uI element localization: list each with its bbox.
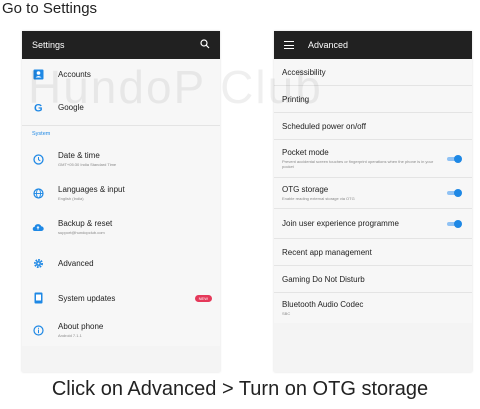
advanced-title: Advanced (308, 40, 349, 50)
gear-icon (32, 257, 44, 269)
settings-toolbar: Settings (22, 31, 220, 59)
settings-screen: Settings Accounts G Google System Date &… (22, 31, 220, 372)
pocket-mode-toggle[interactable] (446, 154, 462, 163)
globe-icon (32, 187, 44, 199)
user-experience-toggle[interactable] (446, 219, 462, 228)
advanced-item-printing[interactable]: Printing (274, 86, 472, 113)
advanced-item-gaming-dnd[interactable]: Gaming Do Not Disturb (274, 266, 472, 293)
advanced-item-user-experience[interactable]: Join user experience programme (274, 209, 472, 239)
settings-item-accounts[interactable]: Accounts (22, 59, 220, 89)
advanced-item-bluetooth-codec[interactable]: Bluetooth Audio Codec SBC (274, 293, 472, 323)
section-header-system: System (32, 131, 51, 137)
advanced-item-scheduled-power[interactable]: Scheduled power on/off (274, 113, 472, 140)
otg-storage-toggle[interactable] (446, 189, 462, 197)
account-icon (32, 68, 44, 80)
settings-item-date-time[interactable]: Date & time GMT+05:30 India Standard Tim… (22, 142, 220, 176)
settings-item-about-phone[interactable]: About phone Android 7.1.1 (22, 314, 220, 346)
page-heading: Go to Settings (2, 0, 98, 17)
advanced-item-otg-storage[interactable]: OTG storage Enable reading external stor… (274, 178, 472, 209)
menu-icon[interactable] (284, 41, 294, 50)
settings-item-languages[interactable]: Languages & input English (India) (22, 176, 220, 210)
phone-update-icon (32, 292, 44, 304)
settings-title: Settings (32, 40, 65, 50)
new-badge: NEW (194, 294, 212, 302)
advanced-toolbar: Advanced (274, 31, 472, 59)
search-icon[interactable] (200, 39, 210, 51)
settings-item-backup-reset[interactable]: Backup & reset support@hundopclub.com (22, 210, 220, 244)
cloud-upload-icon (32, 221, 44, 233)
google-icon: G (32, 101, 44, 113)
settings-item-google[interactable]: G Google (22, 89, 220, 125)
advanced-item-recent-apps[interactable]: Recent app management (274, 239, 472, 266)
clock-icon (32, 153, 44, 165)
info-icon (32, 324, 44, 336)
svg-text:G: G (34, 102, 43, 113)
advanced-screen: Advanced Accessibility Printing Schedule… (274, 31, 472, 372)
caption: Click on Advanced > Turn on OTG storage (51, 378, 429, 400)
settings-item-advanced[interactable]: Advanced (22, 244, 220, 282)
settings-item-system-updates[interactable]: System updates NEW (22, 282, 220, 314)
advanced-item-pocket-mode[interactable]: Pocket mode Prevent accidental screen to… (274, 140, 472, 178)
advanced-item-accessibility[interactable]: Accessibility (274, 59, 472, 86)
